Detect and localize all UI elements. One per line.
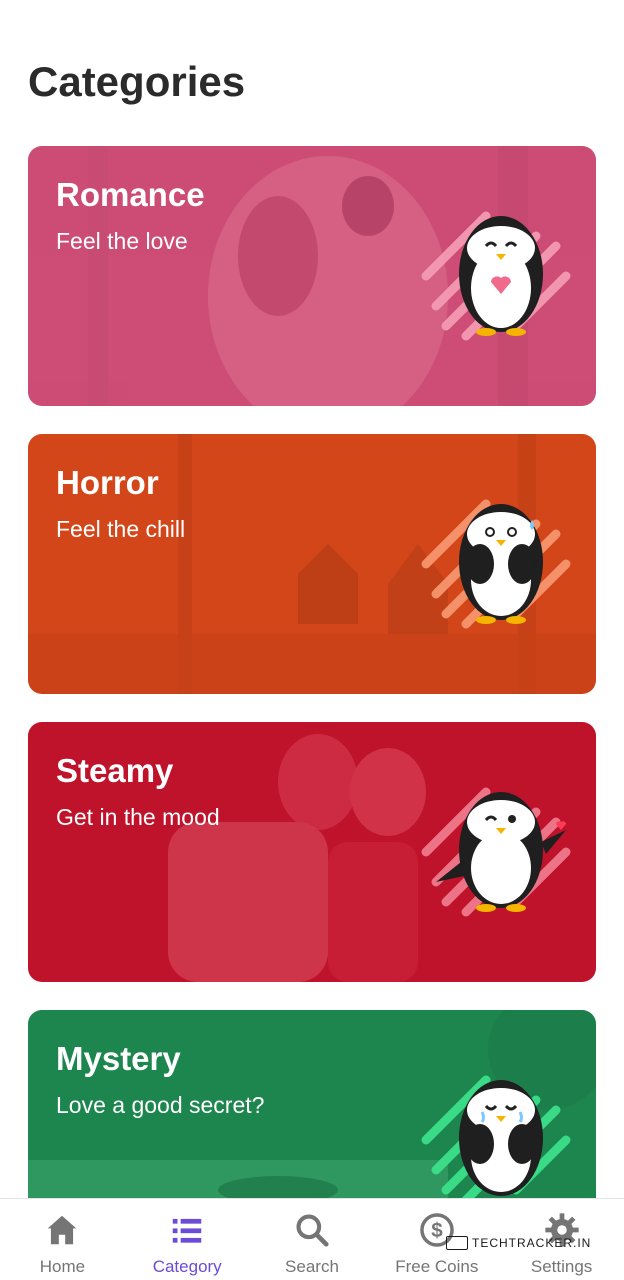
nav-label: Search	[285, 1257, 339, 1276]
list-icon	[172, 1218, 202, 1243]
category-subtitle: Feel the chill	[56, 516, 186, 542]
nav-label: Settings	[530, 1257, 593, 1276]
category-card-horror[interactable]: Horror Feel the chill	[28, 434, 596, 694]
penguin-wink-icon	[421, 787, 571, 917]
category-title: Romance	[56, 176, 205, 213]
watermark-text: TECHTRACKER.IN	[472, 1236, 592, 1250]
penguin-heart-icon	[421, 211, 571, 341]
watermark-logo-icon	[446, 1236, 468, 1250]
nav-label: Category	[152, 1257, 222, 1276]
nav-search[interactable]: Search	[250, 1199, 375, 1280]
penguin-scared-icon	[421, 499, 571, 629]
nav-label: Free Coins	[395, 1257, 479, 1276]
category-title: Steamy	[56, 752, 174, 789]
home-icon	[48, 1215, 77, 1245]
svg-text:$: $	[431, 1219, 443, 1242]
watermark: TECHTRACKER.IN	[446, 1236, 591, 1250]
category-subtitle: Love a good secret?	[56, 1092, 265, 1118]
category-list: Romance Feel the love Horror Feel the ch…	[28, 146, 596, 1280]
penguin-sad-icon	[421, 1075, 571, 1205]
category-subtitle: Get in the mood	[56, 804, 220, 830]
category-card-steamy[interactable]: Steamy Get in the mood	[28, 722, 596, 982]
category-title: Mystery	[56, 1040, 181, 1077]
search-icon	[296, 1214, 329, 1247]
category-title: Horror	[56, 464, 159, 501]
category-card-romance[interactable]: Romance Feel the love	[28, 146, 596, 406]
nav-category[interactable]: Category	[125, 1199, 250, 1280]
nav-home[interactable]: Home	[0, 1199, 125, 1280]
category-subtitle: Feel the love	[56, 228, 188, 254]
page-title: Categories	[28, 58, 246, 105]
nav-label: Home	[39, 1257, 86, 1276]
